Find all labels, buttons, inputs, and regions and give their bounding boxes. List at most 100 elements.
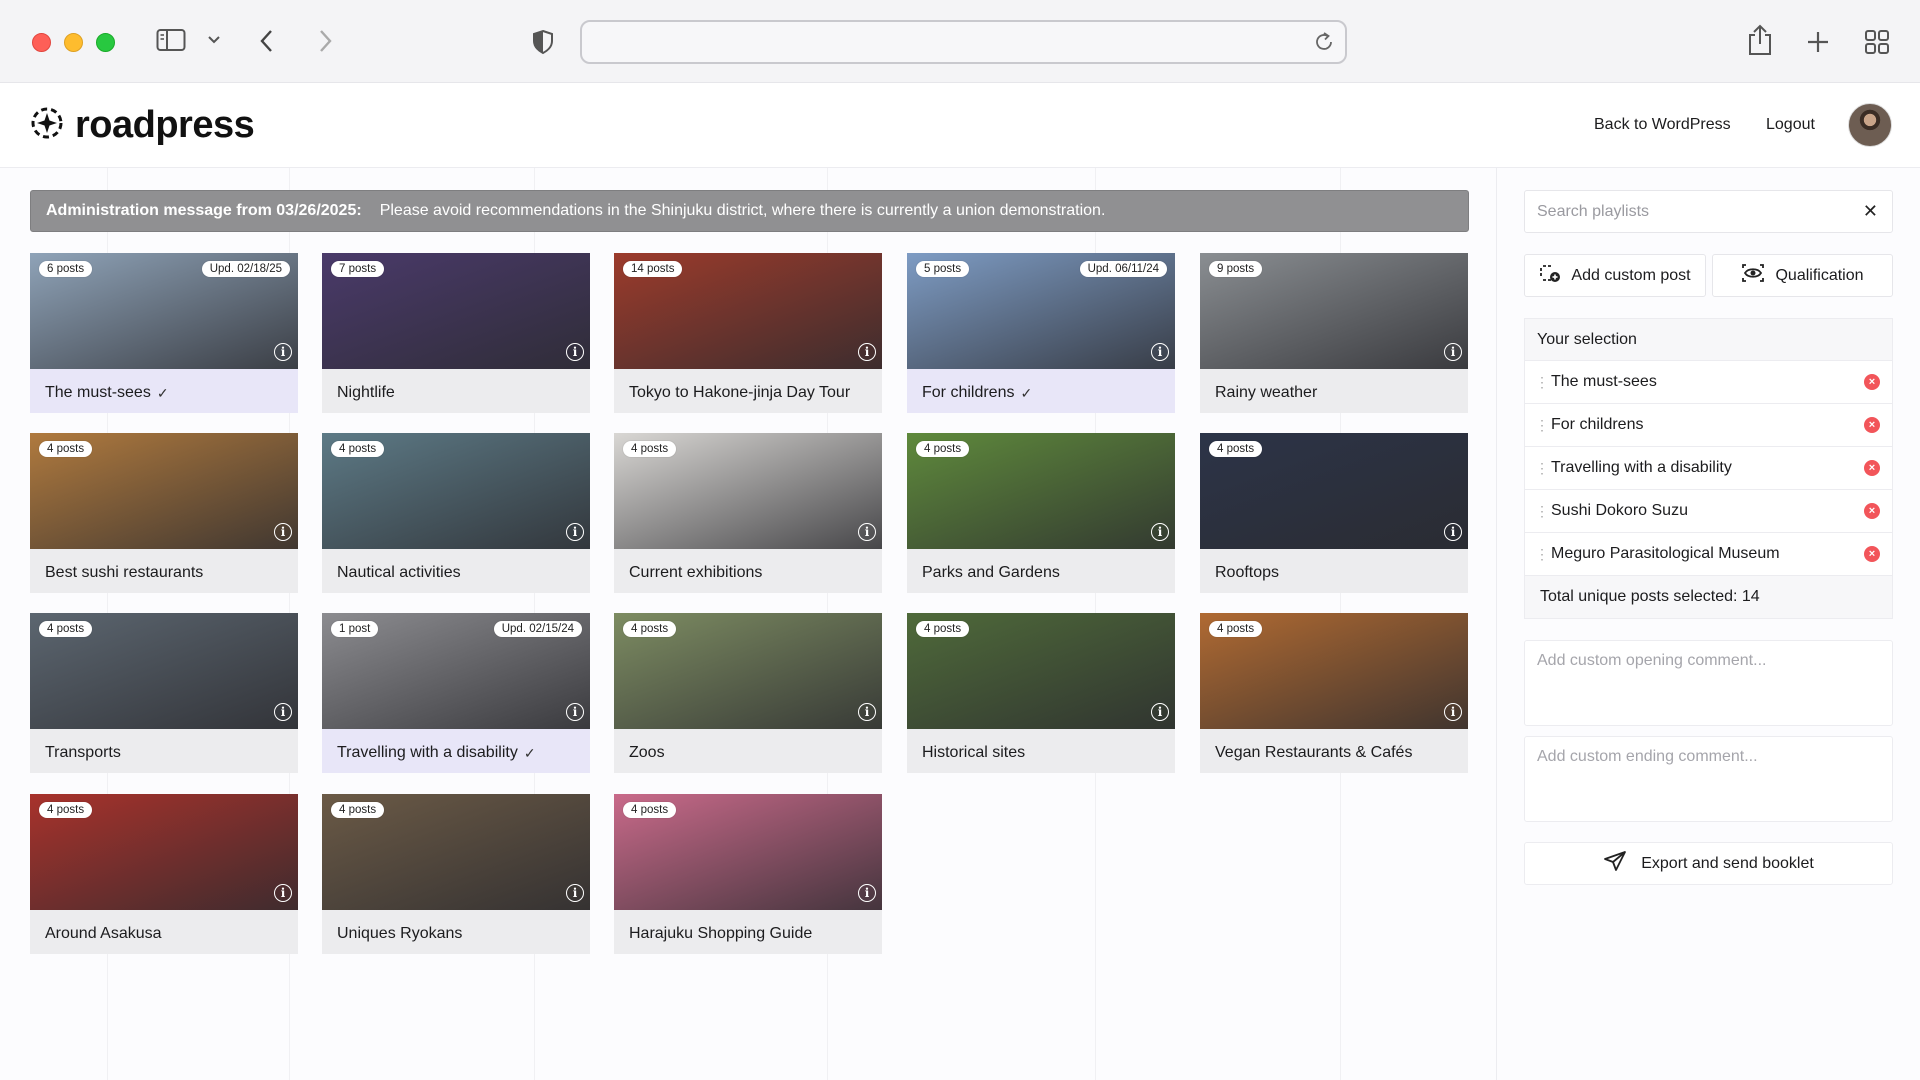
playlist-card-harajuku-shopping-guide[interactable]: 4 posts i Harajuku Shopping Guide [614, 794, 882, 954]
playlist-card-nautical-activities[interactable]: 4 posts i Nautical activities [322, 433, 590, 593]
info-icon[interactable]: i [858, 523, 876, 541]
playlist-card-uniques-ryokans[interactable]: 4 posts i Uniques Ryokans [322, 794, 590, 954]
info-icon[interactable]: i [1151, 523, 1169, 541]
info-icon[interactable]: i [566, 884, 584, 902]
playlist-label: Around Asakusa [45, 925, 162, 943]
playlist-card-best-sushi-restaurants[interactable]: 4 posts i Best sushi restaurants [30, 433, 298, 593]
fullscreen-window-button[interactable] [96, 33, 115, 52]
playlist-label: Nautical activities [337, 564, 461, 582]
playlist-card-current-exhibitions[interactable]: 4 posts i Current exhibitions [614, 433, 882, 593]
chevron-down-icon[interactable] [207, 35, 221, 45]
drag-handle-icon[interactable]: ⋮ [1535, 374, 1549, 391]
info-icon[interactable]: i [858, 703, 876, 721]
playlist-title: Harajuku Shopping Guide [629, 925, 813, 942]
playlist-card-transports[interactable]: 4 posts i Transports [30, 613, 298, 773]
playlist-title: Nautical activities [337, 564, 461, 581]
post-count-badge: 4 posts [39, 802, 93, 818]
playlist-card-nightlife[interactable]: 7 posts i Nightlife [322, 253, 590, 413]
playlist-label: Zoos [629, 744, 665, 762]
playlist-label: Rainy weather [1215, 384, 1317, 402]
forward-icon[interactable] [318, 29, 332, 53]
playlist-label: Transports [45, 744, 121, 762]
info-icon[interactable]: i [566, 523, 584, 541]
search-playlists-input[interactable] [1525, 191, 1825, 232]
export-send-button[interactable]: Export and send booklet [1524, 842, 1893, 885]
shield-icon[interactable] [531, 29, 555, 55]
playlist-card-around-asakusa[interactable]: 4 posts i Around Asakusa [30, 794, 298, 954]
playlist-card-rainy-weather[interactable]: 9 posts i Rainy weather [1200, 253, 1468, 413]
info-icon[interactable]: i [566, 343, 584, 361]
selection-item[interactable]: ⋮ The must-sees × [1525, 361, 1892, 404]
drag-handle-icon[interactable]: ⋮ [1535, 503, 1549, 520]
selection-item[interactable]: ⋮ Meguro Parasitological Museum × [1525, 533, 1892, 576]
add-post-icon [1539, 263, 1561, 288]
info-icon[interactable]: i [858, 343, 876, 361]
info-icon[interactable]: i [274, 343, 292, 361]
playlist-card-rooftops[interactable]: 4 posts i Rooftops [1200, 433, 1468, 593]
eye-scan-icon [1741, 263, 1765, 288]
search-box: ✕ [1524, 190, 1893, 233]
playlist-card-vegan-restaurants-caf-s[interactable]: 4 posts i Vegan Restaurants & Cafés [1200, 613, 1468, 773]
info-icon[interactable]: i [1444, 523, 1462, 541]
playlist-card-the-must-sees[interactable]: 6 posts Upd. 02/18/25 i The must-sees ✓ [30, 253, 298, 413]
post-count-badge: 6 posts [39, 261, 93, 277]
close-window-button[interactable] [32, 33, 51, 52]
playlist-card-zoos[interactable]: 4 posts i Zoos [614, 613, 882, 773]
info-icon[interactable]: i [1151, 343, 1169, 361]
tab-overview-icon[interactable] [1864, 29, 1890, 55]
info-icon[interactable]: i [566, 703, 584, 721]
playlist-card-tokyo-to-hakone-jinja-day-tour[interactable]: 14 posts i Tokyo to Hakone-jinja Day Tour [614, 253, 882, 413]
logout-link[interactable]: Logout [1766, 116, 1815, 134]
selection-title: Your selection [1525, 319, 1892, 361]
back-to-wordpress-link[interactable]: Back to WordPress [1594, 116, 1731, 134]
playlist-card-travelling-with-a-disability[interactable]: 1 post Upd. 02/15/24 i Travelling with a di… [322, 613, 590, 773]
selection-item[interactable]: ⋮ Sushi Dokoro Suzu × [1525, 490, 1892, 533]
reload-icon[interactable] [1313, 31, 1335, 58]
playlist-label: The must-sees ✓ [45, 384, 169, 402]
post-count-badge: 5 posts [916, 261, 970, 277]
minimize-window-button[interactable] [64, 33, 83, 52]
share-icon[interactable] [1747, 24, 1773, 56]
info-icon[interactable]: i [1444, 343, 1462, 361]
playlist-card-historical-sites[interactable]: 4 posts i Historical sites [907, 613, 1175, 773]
info-icon[interactable]: i [858, 884, 876, 902]
sparkle-logo-icon [29, 105, 65, 146]
info-icon[interactable]: i [274, 523, 292, 541]
drag-handle-icon[interactable]: ⋮ [1535, 417, 1549, 434]
panel-divider [1496, 168, 1497, 1080]
info-icon[interactable]: i [274, 703, 292, 721]
remove-icon[interactable]: × [1864, 417, 1880, 433]
info-icon[interactable]: i [274, 884, 292, 902]
new-tab-icon[interactable] [1806, 30, 1830, 54]
drag-handle-icon[interactable]: ⋮ [1535, 546, 1549, 563]
add-custom-post-button[interactable]: Add custom post [1524, 254, 1706, 297]
playlist-label: Uniques Ryokans [337, 925, 462, 943]
opening-comment-field[interactable] [1525, 641, 1892, 725]
info-icon[interactable]: i [1444, 703, 1462, 721]
logo[interactable]: roadpress [29, 104, 255, 147]
info-icon[interactable]: i [1151, 703, 1169, 721]
remove-icon[interactable]: × [1864, 374, 1880, 390]
playlist-title: For childrens [922, 384, 1015, 401]
back-icon[interactable] [260, 29, 274, 53]
qualification-button[interactable]: Qualification [1712, 254, 1893, 297]
playlist-label: Parks and Gardens [922, 564, 1060, 582]
remove-icon[interactable]: × [1864, 460, 1880, 476]
playlist-card-for-childrens[interactable]: 5 posts Upd. 06/11/24 i For childrens ✓ [907, 253, 1175, 413]
admin-message-title: Administration message from 03/26/2025: [46, 202, 362, 219]
ending-comment-field[interactable] [1525, 737, 1892, 821]
remove-icon[interactable]: × [1864, 546, 1880, 562]
playlist-title: Parks and Gardens [922, 564, 1060, 581]
selection-item-label: For childrens [1551, 416, 1644, 433]
playlist-card-parks-and-gardens[interactable]: 4 posts i Parks and Gardens [907, 433, 1175, 593]
selection-item[interactable]: ⋮ For childrens × [1525, 404, 1892, 447]
avatar[interactable] [1848, 103, 1892, 147]
remove-icon[interactable]: × [1864, 503, 1880, 519]
drag-handle-icon[interactable]: ⋮ [1535, 460, 1549, 477]
address-bar[interactable] [580, 20, 1347, 64]
clear-search-icon[interactable]: ✕ [1863, 201, 1878, 222]
admin-message-banner: Administration message from 03/26/2025: … [30, 190, 1469, 232]
post-count-badge: 1 post [331, 621, 379, 637]
sidebar-icon[interactable] [156, 28, 186, 52]
selection-item[interactable]: ⋮ Travelling with a disability × [1525, 447, 1892, 490]
